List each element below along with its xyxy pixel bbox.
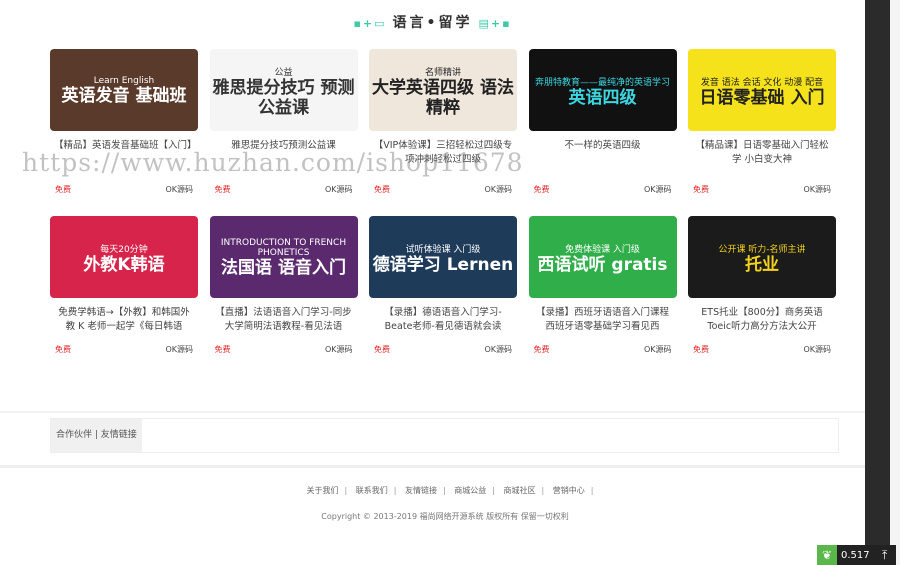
thumbnail-subtext: 试听体验课 入门级 xyxy=(405,244,481,255)
course-price: 免费 xyxy=(693,345,709,354)
thumbnail-subtext: 免费体验课 入门级 xyxy=(565,244,640,255)
thumbnail-text: 雅思提分技巧 预测公益课 xyxy=(212,77,355,118)
course-source: OK源码 xyxy=(803,345,831,354)
course-price: 免费 xyxy=(693,185,709,194)
course-source: OK源码 xyxy=(803,185,831,194)
course-title[interactable]: 雅思提分技巧预测公益课 xyxy=(210,139,358,167)
thumbnail-subtext: 发音 语法 会话 文化 动漫 配音 xyxy=(700,77,824,88)
thumbnail-text: 英语发音 基础班 xyxy=(61,86,187,107)
thumbnail-text: 日语零基础 入门 xyxy=(699,87,825,108)
course-card[interactable]: 名师精讲 大学英语四级 语法精粹 【VIP体验课】三招轻松过四级专项冲刺轻松过四… xyxy=(369,49,517,195)
course-card[interactable]: INTRODUCTION TO FRENCH PHONETICS 法国语 语音入… xyxy=(209,216,358,355)
decor-right-icon: ▤+▪ xyxy=(478,16,512,30)
course-source: OK源码 xyxy=(165,345,193,354)
thumbnail-subtext: 名师精讲 xyxy=(424,67,461,78)
course-thumbnail[interactable]: 名师精讲 大学英语四级 语法精粹 xyxy=(369,49,517,131)
back-to-top-icon[interactable]: ⤒ xyxy=(874,548,896,563)
course-thumbnail[interactable]: 发音 语法 会话 文化 动漫 配音 日语零基础 入门 xyxy=(688,49,836,131)
course-thumbnail[interactable]: INTRODUCTION TO FRENCH PHONETICS 法国语 语音入… xyxy=(209,216,358,298)
decor-left-icon: ▪+▭ xyxy=(353,16,387,30)
course-card[interactable]: 试听体验课 入门级 德语学习 Lernen 【录播】德语语音入门学习-Beate… xyxy=(369,216,517,355)
course-title[interactable]: 【精品】英语发音基础班【入门】 xyxy=(50,139,198,167)
course-source: OK源码 xyxy=(484,185,512,194)
course-thumbnail[interactable]: 奔朋特教育——最纯净的英语学习 英语四级 xyxy=(528,49,677,131)
partner-links-box: 合作伙伴 | 友情链接 xyxy=(50,418,839,453)
partner-tab[interactable]: 合作伙伴 | 友情链接 xyxy=(51,419,142,452)
course-price: 免费 xyxy=(55,345,71,354)
perf-widget: ❦ 0.517 ⤒ xyxy=(817,545,896,565)
divider xyxy=(0,465,865,468)
course-price: 免费 xyxy=(533,185,550,194)
course-source: OK源码 xyxy=(324,185,353,194)
course-title[interactable]: 不一样的英语四级 xyxy=(529,139,677,167)
course-thumbnail[interactable]: Learn English 英语发音 基础班 xyxy=(50,49,198,131)
course-source: OK源码 xyxy=(324,345,353,354)
course-title[interactable]: ETS托业【800分】商务英语Toeic听力高分方法大公开 xyxy=(688,306,836,334)
course-thumbnail[interactable]: 公益 雅思提分技巧 预测公益课 xyxy=(209,49,358,131)
footer-link-marketing[interactable]: 营销中心 xyxy=(553,486,585,495)
section-title: ▪+▭ 语言•留学 ▤+▪ xyxy=(0,12,865,32)
course-title[interactable]: 【精品课】日语零基础入门轻松学 小白变大神 xyxy=(688,139,836,167)
thumbnail-text: 西语试听 gratis xyxy=(537,254,668,275)
scrollbar[interactable] xyxy=(890,0,900,565)
thumbnail-text: 大学英语四级 语法精粹 xyxy=(372,77,514,118)
course-price: 免费 xyxy=(374,345,390,354)
course-card[interactable]: 公益 雅思提分技巧 预测公益课 雅思提分技巧预测公益课 免费 OK源码 xyxy=(209,49,358,195)
footer-link-friends[interactable]: 友情链接 xyxy=(405,486,437,495)
thumbnail-text: 英语四级 xyxy=(568,87,637,108)
thumbnail-subtext: INTRODUCTION TO FRENCH PHONETICS xyxy=(220,238,347,259)
thumbnail-text: 德语学习 Lernen xyxy=(372,254,514,275)
section-title-text: 语言•留学 xyxy=(392,15,473,31)
course-price: 免费 xyxy=(533,345,550,354)
thumbnail-subtext: 奔朋特教育——最纯净的英语学习 xyxy=(534,77,670,88)
course-source: OK源码 xyxy=(643,185,672,194)
thumbnail-subtext: 公开课 听力-名师主讲 xyxy=(718,244,806,255)
course-source: OK源码 xyxy=(165,185,193,194)
footer-link-charity[interactable]: 商城公益 xyxy=(454,486,486,495)
course-thumbnail[interactable]: 公开课 听力-名师主讲 托业 xyxy=(688,216,836,298)
thumbnail-text: 托业 xyxy=(745,254,779,275)
copyright: Copyright © 2013-2019 福尚网络开源系统 版权所有 保留一切… xyxy=(321,512,569,521)
thumbnail-subtext: 公益 xyxy=(274,67,293,78)
course-title[interactable]: 【VIP体验课】三招轻松过四级专项冲刺轻松过四级 xyxy=(369,139,517,167)
course-thumbnail[interactable]: 每天20分钟 外教K韩语 xyxy=(50,216,198,298)
course-card[interactable]: 每天20分钟 外教K韩语 免费学韩语→【外教】和韩国外教 K 老师一起学《每日韩… xyxy=(50,216,198,355)
course-source: OK源码 xyxy=(484,345,512,354)
thumbnail-text: 法国语 语音入门 xyxy=(221,258,346,279)
divider xyxy=(0,411,865,413)
footer-links: 关于我们 | 联系我们 | 友情链接 | 商城公益 | 商城社区 | 营销中心 | xyxy=(306,486,594,495)
thumbnail-subtext: 每天20分钟 xyxy=(100,244,148,255)
course-price: 免费 xyxy=(214,185,231,194)
course-price: 免费 xyxy=(214,345,231,354)
course-title[interactable]: 【直播】法语语音入门学习-同步大学简明法语教程-看见法语 xyxy=(210,306,358,334)
footer-link-contact[interactable]: 联系我们 xyxy=(356,486,388,495)
leaf-icon: ❦ xyxy=(817,545,837,565)
course-card[interactable]: 发音 语法 会话 文化 动漫 配音 日语零基础 入门 【精品课】日语零基础入门轻… xyxy=(688,49,836,195)
course-price: 免费 xyxy=(55,185,71,194)
course-thumbnail[interactable]: 试听体验课 入门级 德语学习 Lernen xyxy=(369,216,517,298)
course-card[interactable]: 奔朋特教育——最纯净的英语学习 英语四级 不一样的英语四级 免费 OK源码 xyxy=(528,49,677,195)
course-card[interactable]: Learn English 英语发音 基础班 【精品】英语发音基础班【入门】 免… xyxy=(50,49,198,195)
perf-value: 0.517 xyxy=(841,549,870,561)
course-thumbnail[interactable]: 免费体验课 入门级 西语试听 gratis xyxy=(528,216,677,298)
right-sidebar xyxy=(865,0,890,565)
footer-link-community[interactable]: 商城社区 xyxy=(504,486,536,495)
course-title[interactable]: 【录播】德语语音入门学习-Beate老师-看见德语就会读 xyxy=(369,306,517,334)
course-card[interactable]: 公开课 听力-名师主讲 托业 ETS托业【800分】商务英语Toeic听力高分方… xyxy=(688,216,836,355)
course-title[interactable]: 免费学韩语→【外教】和韩国外教 K 老师一起学《每日韩语 xyxy=(50,306,198,334)
course-price: 免费 xyxy=(374,185,390,194)
course-source: OK源码 xyxy=(643,345,672,354)
thumbnail-subtext: Learn English xyxy=(93,76,155,87)
course-title[interactable]: 【录播】西班牙语语音入门课程西班牙语零基础学习看见西 xyxy=(529,306,677,334)
thumbnail-text: 外教K韩语 xyxy=(83,254,165,275)
course-card[interactable]: 免费体验课 入门级 西语试听 gratis 【录播】西班牙语语音入门课程西班牙语… xyxy=(528,216,677,355)
footer-link-about[interactable]: 关于我们 xyxy=(307,486,339,495)
